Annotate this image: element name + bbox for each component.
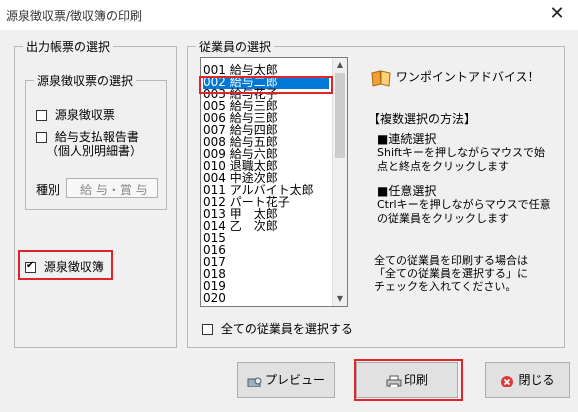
employee-list-item[interactable]: 020: [203, 292, 226, 305]
selected-employee-highlight: [199, 76, 333, 94]
print-button-highlight: [354, 359, 463, 401]
close-icon[interactable]: ✕: [544, 2, 570, 26]
preview-label: プレビュー: [264, 373, 325, 387]
window-title: 源泉徴収票/徴収簿の印刷: [6, 9, 143, 23]
withholding-slip-option[interactable]: 源泉徴収票: [36, 106, 115, 123]
continuous-text-2: 点と終点をクリックします: [377, 160, 509, 173]
kind-label: 種別: [36, 183, 61, 197]
kind-value: 給 与・賞 与: [80, 183, 148, 197]
close-button[interactable]: 閉じる: [485, 362, 570, 398]
employee-group-title: 従業員の選択: [196, 38, 275, 55]
vertical-scrollbar[interactable]: ▲ ▼: [332, 58, 347, 306]
book-icon: [371, 69, 391, 87]
preview-icon: [247, 377, 262, 387]
select-all-label: 全ての従業員を選択する: [220, 322, 353, 336]
title-bar: 源泉徴収票/徴収簿の印刷 ✕: [0, 0, 578, 30]
scrollbar-thumb[interactable]: [335, 73, 345, 158]
method-title: 【複数選択の方法】: [368, 112, 477, 126]
withholding-slip-label: 源泉徴収票: [54, 108, 115, 122]
select-all-option[interactable]: 全ての従業員を選択する: [202, 320, 353, 337]
scroll-down-icon[interactable]: ▼: [333, 292, 347, 306]
kind-field: 給 与・賞 与: [66, 178, 158, 198]
close-label: 閉じる: [518, 373, 555, 387]
advice-heading: ワンポイントアドバイス！: [395, 70, 540, 84]
close-circle-icon: [501, 375, 514, 387]
employee-list[interactable]: 001 給与太郎 002 給与二郎 003 給与花子 005 給与三郎 006 給与三郎…: [200, 57, 348, 307]
advice-heading-row: ワンポイントアドバイス！: [370, 68, 539, 87]
withholding-slip-checkbox[interactable]: [36, 110, 47, 121]
any-text-2: の従業員をクリックします: [377, 212, 509, 225]
select-all-checkbox[interactable]: [202, 324, 213, 335]
subgroup-title: 源泉徴収票の選択: [34, 72, 137, 89]
scroll-up-icon[interactable]: ▲: [333, 58, 347, 72]
withholding-ledger-highlight: [18, 250, 113, 280]
output-group-title: 出力帳票の選択: [23, 38, 114, 55]
preview-button[interactable]: プレビュー: [237, 362, 335, 398]
payment-report-sublabel: （個人別明細書）: [46, 144, 143, 158]
all-text-3: チェックを入れてください。: [374, 280, 517, 293]
